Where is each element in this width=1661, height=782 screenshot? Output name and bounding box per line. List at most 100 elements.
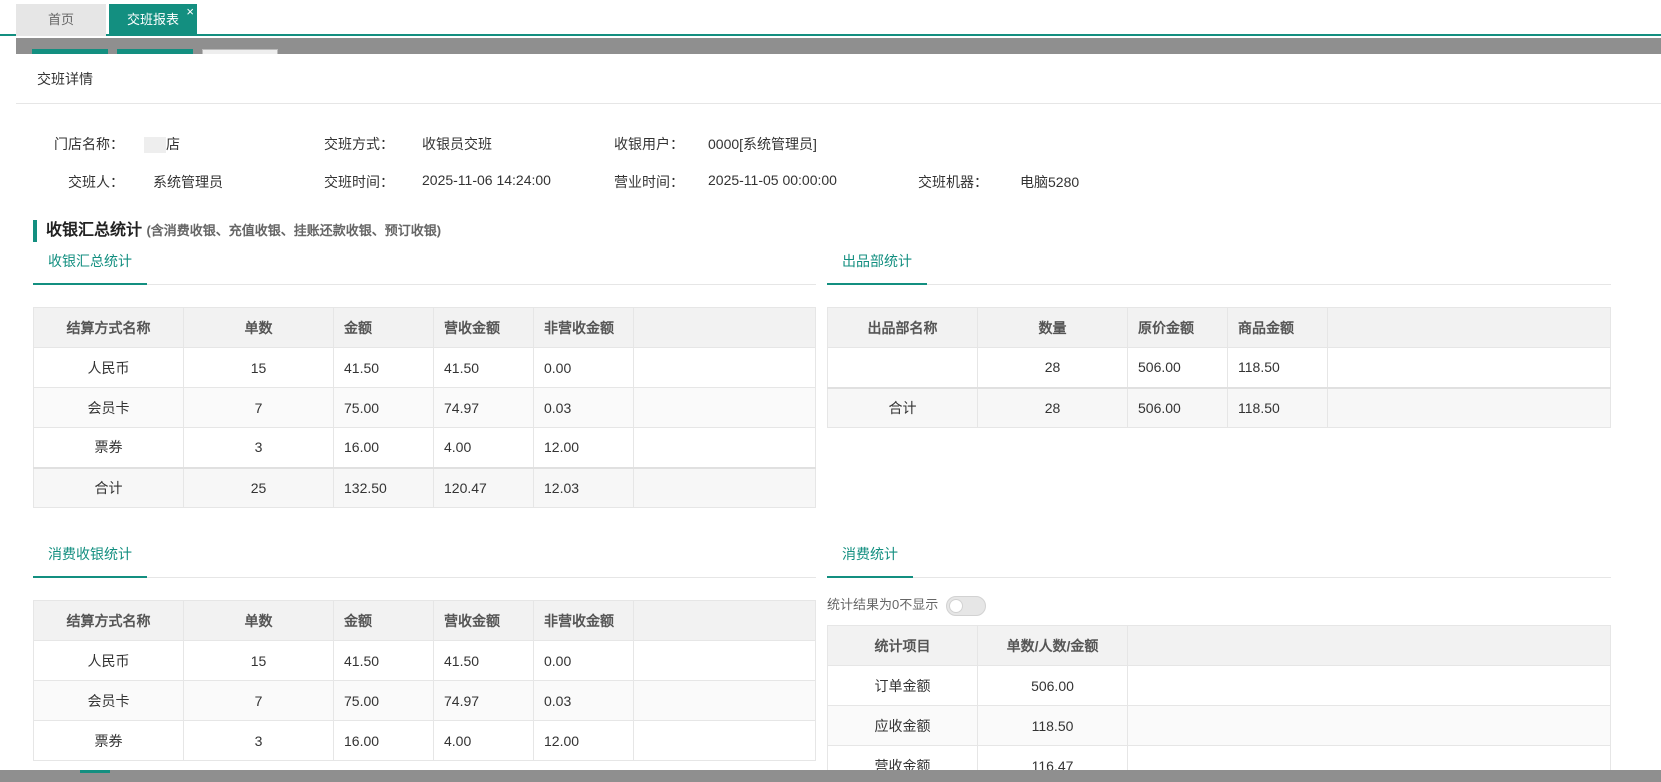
consume-cash-tabbar: 消费收银统计 xyxy=(33,539,816,578)
table-cell: 118.50 xyxy=(1227,386,1328,428)
column-header: 营收金额 xyxy=(433,600,534,641)
column-header: 统计项目 xyxy=(827,625,978,666)
table-cell: 16.00 xyxy=(333,427,434,468)
cash-summary-tabbar: 收银汇总统计 xyxy=(33,246,816,285)
table-cell: 74.97 xyxy=(433,680,534,721)
column-header-filler xyxy=(1327,307,1611,348)
shifter-label: 交班人： xyxy=(68,174,124,190)
table-cell: 4.00 xyxy=(433,720,534,761)
table-cell: 41.50 xyxy=(333,347,434,388)
column-header: 单数 xyxy=(183,307,334,348)
table-cell: 12.00 xyxy=(533,720,634,761)
total-row: 合计 25 132.50 120.47 12.03 xyxy=(33,466,816,508)
column-header-filler xyxy=(1127,625,1611,666)
machine-label: 交班机器： xyxy=(918,174,988,190)
cashier-user-value: 0000[系统管理员] xyxy=(708,136,817,152)
tab-home[interactable]: 首页 xyxy=(16,4,106,36)
shifter-value: 系统管理员 xyxy=(153,174,223,190)
table-cell: 0.00 xyxy=(533,640,634,681)
table-row: 应收金额 118.50 xyxy=(827,705,1611,746)
consume-cash-table: 结算方式名称 单数 金额 营收金额 非营收金额 人民币 15 41.50 41.50 0.00 会… xyxy=(33,600,816,761)
table-row: 订单金额 506.00 xyxy=(827,665,1611,706)
column-header: 商品金额 xyxy=(1227,307,1328,348)
dept-stats-tabbar: 出品部统计 xyxy=(827,246,1611,285)
cashier-user-label: 收银用户： xyxy=(614,136,684,152)
table-cell: 0.00 xyxy=(533,347,634,388)
table-cell: 营收金额 xyxy=(827,745,978,770)
table-cell: 合计 xyxy=(33,466,184,508)
table-cell: 41.50 xyxy=(433,640,534,681)
shift-time-label: 交班时间： xyxy=(324,174,394,190)
table-row: 人民币 15 41.50 41.50 0.00 xyxy=(33,640,816,681)
column-header: 非营收金额 xyxy=(533,307,634,348)
shift-detail-dialog: 交班详情 门店名称： 店 交班方式： 收银员交班 收银用户： 0000[系统管理… xyxy=(16,54,1661,770)
table-cell: 合计 xyxy=(827,386,978,428)
table-cell-filler xyxy=(633,466,816,508)
table-cell: 7 xyxy=(183,680,334,721)
table-cell: 12.00 xyxy=(533,427,634,468)
column-header: 金额 xyxy=(333,600,434,641)
table-cell: 28 xyxy=(977,347,1128,388)
column-header: 结算方式名称 xyxy=(33,600,184,641)
total-row: 合计 28 506.00 118.50 xyxy=(827,386,1611,428)
table-cell: 应收金额 xyxy=(827,705,978,746)
table-cell: 4.00 xyxy=(433,427,534,468)
table-row: 会员卡 7 75.00 74.97 0.03 xyxy=(33,387,816,428)
tab-shift-report-label: 交班报表 xyxy=(126,12,179,27)
table-cell: 3 xyxy=(183,427,334,468)
table-header-row: 统计项目 单数/人数/金额 xyxy=(827,625,1611,666)
table-cell-filler xyxy=(633,680,816,721)
tab-dept-stats[interactable]: 出品部统计 xyxy=(827,246,927,285)
table-cell: 74.97 xyxy=(433,387,534,428)
table-cell: 票券 xyxy=(33,720,184,761)
dialog-title: 交班详情 xyxy=(16,54,1661,104)
table-cell: 12.03 xyxy=(533,466,634,508)
business-time-value: 2025-11-05 00:00:00 xyxy=(708,172,837,188)
tab-bar: 首页 交班报表 × xyxy=(0,0,1661,36)
table-cell: 506.00 xyxy=(1127,347,1228,388)
zero-hide-toggle[interactable] xyxy=(945,595,986,616)
table-cell-filler xyxy=(1127,745,1611,770)
table-cell-filler xyxy=(1327,347,1611,388)
table-cell: 3 xyxy=(183,720,334,761)
column-header: 出品部名称 xyxy=(827,307,978,348)
table-cell: 会员卡 xyxy=(33,680,184,721)
table-cell: 116.47 xyxy=(977,745,1128,770)
zero-hide-label: 统计结果为0不显示 xyxy=(827,597,939,612)
shift-method-label: 交班方式： xyxy=(324,136,394,152)
table-cell: 人民币 xyxy=(33,347,184,388)
tab-shift-report[interactable]: 交班报表 × xyxy=(109,4,197,36)
column-header: 数量 xyxy=(977,307,1128,348)
table-header-row: 结算方式名称 单数 金额 营收金额 非营收金额 xyxy=(33,307,816,348)
table-cell-filler xyxy=(1127,705,1611,746)
redacted-mark xyxy=(144,137,166,154)
table-cell: 41.50 xyxy=(433,347,534,388)
table-cell-filler xyxy=(633,720,816,761)
consume-stats-tabbar: 消费统计 xyxy=(827,539,1611,578)
tab-cash-summary[interactable]: 收银汇总统计 xyxy=(33,246,147,285)
table-cell: 0.03 xyxy=(533,387,634,428)
table-header-row: 结算方式名称 单数 金额 营收金额 非营收金额 xyxy=(33,600,816,641)
tab-consume-stats[interactable]: 消费统计 xyxy=(827,539,913,578)
column-header-filler xyxy=(633,307,816,348)
business-time-label: 营业时间： xyxy=(614,174,684,190)
table-cell: 7 xyxy=(183,387,334,428)
table-cell: 506.00 xyxy=(1127,386,1228,428)
tab-consume-cash[interactable]: 消费收银统计 xyxy=(33,539,147,578)
zero-hide-toggle-row: 统计结果为0不显示 xyxy=(827,594,986,616)
table-header-row: 出品部名称 数量 原价金额 商品金额 xyxy=(827,307,1611,348)
store-label: 门店名称： xyxy=(54,136,124,152)
shift-time-value: 2025-11-06 14:24:00 xyxy=(422,172,551,188)
table-cell: 会员卡 xyxy=(33,387,184,428)
close-icon[interactable]: × xyxy=(186,4,194,20)
cash-summary-table: 结算方式名称 单数 金额 营收金额 非营收金额 人民币 15 41.50 41.50 0.00 会… xyxy=(33,307,816,508)
table-cell: 118.50 xyxy=(1227,347,1328,388)
table-row: 28 506.00 118.50 xyxy=(827,347,1611,388)
table-row: 会员卡 7 75.00 74.97 0.03 xyxy=(33,680,816,721)
section-title-text: 收银汇总统计 xyxy=(46,222,143,239)
table-cell: 25 xyxy=(183,466,334,508)
table-cell: 16.00 xyxy=(333,720,434,761)
store-value: 店 xyxy=(144,134,180,154)
table-row: 票券 3 16.00 4.00 12.00 xyxy=(33,427,816,468)
table-cell: 票券 xyxy=(33,427,184,468)
